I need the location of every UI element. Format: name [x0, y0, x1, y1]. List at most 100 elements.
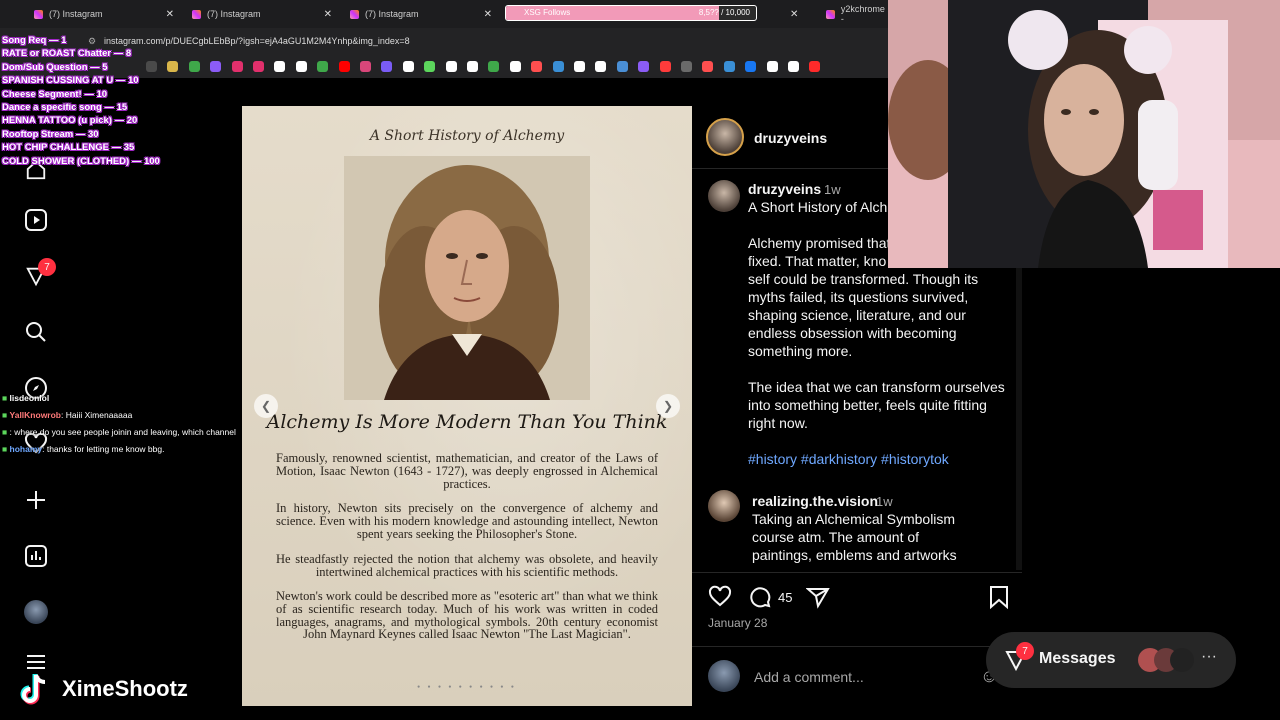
bookmark-favicon-icon[interactable] [702, 61, 714, 72]
command-item: Cheese Segment! — 10 [2, 88, 108, 100]
comment-line: course atm. The amount of [752, 529, 920, 545]
browser-tab[interactable]: (7) Instagram ✕ [192, 4, 332, 24]
bookmark-favicon-icon[interactable] [574, 61, 585, 72]
badge-icon: ■ [2, 427, 8, 437]
share-icon [805, 588, 830, 609]
badge-icon: ■ [2, 444, 8, 454]
tab-title: (7) Instagram [365, 9, 419, 19]
bookmark-favicon-icon[interactable] [788, 61, 799, 72]
badge-icon: ■ [2, 393, 8, 403]
bookmark-favicon-icon[interactable] [552, 61, 564, 72]
bookmark-favicon-icon[interactable] [595, 61, 607, 72]
bookmark-favicon-icon[interactable] [274, 61, 286, 72]
bookmark-favicon-icon[interactable] [424, 61, 436, 72]
caption-line: into something better, feels quite fitti… [748, 397, 987, 413]
newton-portrait [344, 156, 590, 400]
command-item: Dance a specific song — 15 [2, 102, 128, 114]
chat-message: ■ lisdeonlol [2, 390, 332, 407]
bookmark-favicon-icon[interactable] [809, 61, 821, 72]
bookmark-favicon-icon[interactable] [210, 61, 222, 72]
command-item: COLD SHOWER (CLOTHED) — 100 [2, 155, 160, 167]
share-button[interactable] [805, 585, 830, 614]
create-icon[interactable] [22, 486, 50, 514]
caption-line: right now. [748, 415, 808, 431]
browser-tab[interactable]: ✕ y2kchrome - [790, 4, 890, 24]
follow-goal-label: XSG Follows [524, 8, 571, 17]
actions-divider [692, 572, 1022, 573]
bookmark-favicon-icon[interactable] [253, 61, 264, 72]
carousel-next-button[interactable]: ❯ [656, 394, 680, 418]
browser-tab[interactable]: (7) Instagram ✕ [34, 4, 174, 24]
message-avatar [1170, 648, 1194, 672]
chat-text: : Haiii Ximenaaaaa [61, 410, 133, 420]
dashboard-icon[interactable] [22, 542, 50, 570]
caption-text: self could be transformed. Though its my… [748, 270, 978, 360]
profile-icon[interactable] [22, 598, 50, 626]
caption-avatar[interactable] [708, 180, 740, 212]
reels-icon[interactable] [22, 206, 50, 234]
bookmark-favicon-icon[interactable] [681, 61, 692, 72]
save-button[interactable] [988, 585, 1010, 614]
comment-icon [750, 587, 771, 608]
stream-command-list: Song Req — 1 RATE or ROAST Chatter — 8 D… [2, 34, 202, 168]
bookmark-favicon-icon[interactable] [445, 61, 457, 72]
search-icon[interactable] [22, 318, 50, 346]
bookmark-favicon-icon[interactable] [509, 61, 521, 72]
comment-count: 45 [778, 590, 793, 605]
bookmark-favicon-icon[interactable] [295, 61, 307, 72]
more-options-icon[interactable]: ··· [1201, 648, 1217, 666]
caption-line: The idea that we can transform ourselves [748, 379, 1005, 395]
hashtags[interactable]: #history #darkhistory #historytok [748, 450, 949, 468]
bookmark-favicon-icon[interactable] [616, 61, 628, 72]
tab-title: (7) Instagram [207, 9, 261, 19]
follow-goal-count: 8,5?? / 10,000 [698, 8, 750, 17]
chat-message: ■ : where do you see people joinin and l… [2, 424, 332, 441]
bookmark-favicon-icon[interactable] [402, 61, 414, 72]
like-button[interactable] [708, 585, 732, 614]
bookmark-favicon-icon[interactable] [467, 61, 478, 72]
caption-line: myths failed, its questions survived, [748, 289, 969, 305]
bookmark-favicon-icon[interactable] [723, 61, 735, 72]
watermark-text: XimeShootz [62, 676, 188, 701]
commenter-username[interactable]: realizing.the.vision [752, 493, 878, 509]
close-tab-icon[interactable]: ✕ [790, 9, 798, 20]
command-item: Song Req — 1 [2, 35, 67, 46]
bookmark-favicon-icon[interactable] [317, 61, 329, 72]
bookmark-favicon-icon[interactable] [766, 61, 778, 72]
tiktok-logo-icon [20, 674, 46, 705]
chat-username: lisdeonlol [9, 393, 50, 403]
bookmark-favicon-icon[interactable] [638, 61, 650, 72]
browser-tab[interactable]: (7) Instagram ✕ [350, 4, 492, 24]
chat-message: ■ hohamy: thanks for letting me know bbg… [2, 441, 332, 458]
author-avatar[interactable] [706, 118, 744, 156]
follow-goal-bar: XSG Follows 8,5?? / 10,000 [505, 5, 757, 21]
comment-line: paintings, emblems and artworks [752, 547, 957, 563]
comment-button[interactable] [748, 585, 772, 614]
bookmark-favicon-icon[interactable] [745, 61, 757, 72]
close-tab-icon[interactable]: ✕ [166, 9, 174, 20]
caption-username[interactable]: druzyveins [748, 181, 821, 197]
command-item: HOT CHIP CHALLENGE — 35 [2, 142, 135, 154]
comment-text: Taking an Alchemical Symbolism course at… [752, 510, 957, 564]
caption-line: self could be transformed. Though its [748, 271, 979, 287]
author-username[interactable]: druzyveins [754, 130, 827, 146]
bookmark-favicon-icon[interactable] [231, 61, 243, 72]
bookmark-favicon-icon[interactable] [531, 61, 543, 72]
messages-button[interactable]: 7 Messages ··· [986, 632, 1236, 688]
bookmark-favicon-icon[interactable] [360, 61, 371, 72]
comment-time: 1w [876, 494, 893, 509]
commenter-avatar[interactable] [708, 490, 740, 522]
bookmark-favicon-icon[interactable] [381, 61, 393, 72]
bookmark-favicon-icon[interactable] [338, 61, 350, 72]
add-comment-input[interactable]: Add a comment... [754, 669, 864, 685]
bookmark-favicon-icon[interactable] [488, 61, 500, 72]
close-tab-icon[interactable]: ✕ [484, 9, 492, 20]
instagram-favicon-icon [826, 9, 835, 19]
command-item: Rooftop Stream — 30 [2, 128, 99, 140]
notifications-icon[interactable]: 7 [22, 258, 56, 290]
bookmark-favicon-icon[interactable] [659, 61, 671, 72]
image-title: A Short History of Alchemy [369, 128, 565, 144]
caption-line: Alchemy promised that [748, 235, 891, 251]
image-paragraph: Newton's work could be described more as… [276, 589, 658, 642]
close-tab-icon[interactable]: ✕ [324, 9, 332, 20]
